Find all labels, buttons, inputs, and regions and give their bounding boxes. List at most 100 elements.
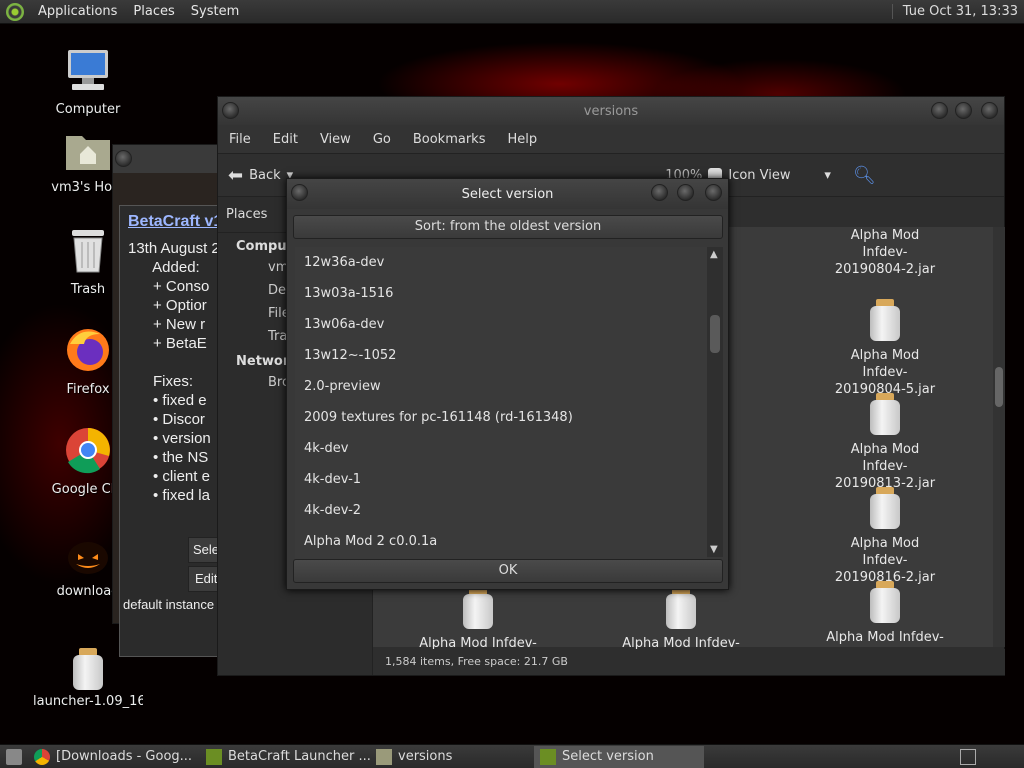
select-version-button[interactable]: Sele (188, 537, 219, 563)
file-item[interactable]: Alpha Mod Infdev-20190813-2.jar (810, 393, 960, 492)
show-desktop-icon (6, 748, 22, 765)
file-name: Alpha Mod Infdev-20190804-5.jar (834, 348, 936, 397)
pumpkin-icon (68, 542, 108, 574)
taskbar-item-select-version[interactable]: Select version (534, 745, 704, 768)
dialog-title: Select version (461, 186, 554, 202)
workspace-icon (960, 748, 976, 765)
maximize-button[interactable] (955, 102, 972, 119)
jar-icon (868, 581, 902, 623)
minimize-button[interactable] (651, 184, 668, 201)
chrome-icon (34, 748, 50, 765)
back-arrow-icon[interactable]: ⬅ (228, 165, 243, 186)
version-item[interactable]: 13w03a-1516 (295, 278, 707, 309)
file-name: Alpha Mod Infdev- (826, 630, 944, 645)
file-item[interactable]: Alpha Mod Infdev-20190804-5.jar (810, 299, 960, 398)
taskbar-item-label: versions (398, 749, 453, 764)
fm-vertical-scrollbar[interactable] (993, 227, 1005, 647)
minimize-button[interactable] (931, 102, 948, 119)
places-menu[interactable]: Places (125, 4, 182, 19)
version-item[interactable]: 4k-dev-2 (295, 495, 707, 526)
trash-icon (72, 230, 104, 273)
sort-order-button[interactable]: Sort: from the oldest version (293, 215, 723, 239)
taskbar-item-versions[interactable]: versions (370, 746, 534, 768)
window-menu-button[interactable] (222, 102, 239, 119)
version-item[interactable]: 4k-dev (295, 433, 707, 464)
home-folder-icon (66, 136, 110, 170)
jar-icon (664, 587, 698, 629)
desktop-icon-computer[interactable]: Computer (33, 46, 143, 117)
menu-go[interactable]: Go (362, 132, 402, 147)
version-list[interactable]: 12w36a-dev 13w03a-1516 13w06a-dev 13w12~… (295, 247, 707, 559)
betacraft-titlebar[interactable] (113, 145, 231, 173)
search-icon[interactable]: 🔍︎ (853, 165, 876, 186)
jar-icon (71, 648, 105, 690)
jar-icon (868, 299, 902, 341)
distro-logo-icon[interactable] (6, 2, 24, 21)
taskbar-item-label: [Downloads - Goog... (56, 749, 193, 764)
version-item[interactable]: 13w06a-dev (295, 309, 707, 340)
top-panel: Applications Places System Tue Oct 31, 1… (0, 0, 1024, 24)
scroll-up-icon[interactable]: ▲ (710, 249, 718, 260)
back-button[interactable]: Back (249, 168, 281, 183)
close-button[interactable] (981, 102, 998, 119)
scroll-down-icon[interactable]: ▼ (710, 544, 718, 555)
jar-icon (868, 487, 902, 529)
ok-button[interactable]: OK (293, 559, 723, 583)
version-list-scrollbar[interactable]: ▲ ▼ (707, 247, 723, 557)
folder-icon (376, 748, 392, 765)
file-item[interactable]: Alpha Mod Infdev- (606, 587, 756, 652)
dialog-titlebar[interactable]: Select version (287, 179, 728, 209)
system-menu[interactable]: System (183, 4, 247, 19)
taskbar-item-label: BetaCraft Launcher ... (228, 749, 370, 764)
version-list-scroll-thumb[interactable] (710, 315, 720, 353)
menu-edit[interactable]: Edit (262, 132, 309, 147)
jar-icon (868, 393, 902, 435)
version-item[interactable]: 4k-dev-1 (295, 464, 707, 495)
applications-menu[interactable]: Applications (30, 4, 125, 19)
window-menu-button[interactable] (291, 184, 308, 201)
window-menu-button[interactable] (115, 150, 132, 167)
close-button[interactable] (705, 184, 722, 201)
chrome-icon (66, 428, 110, 474)
version-item[interactable]: Alpha Mod 2 c0.0.1a (295, 526, 707, 557)
menu-file[interactable]: File (218, 132, 262, 147)
instance-label: default instance (123, 597, 215, 612)
file-item[interactable]: Alpha Mod Infdev-20190804-2.jar (810, 227, 960, 278)
status-bar: 1,584 items, Free space: 21.7 GB (373, 649, 1005, 675)
desktop-icon-launcher-jar[interactable]: launcher-1.09_16.jar (33, 648, 143, 709)
view-mode-select[interactable]: Icon View (728, 168, 818, 183)
show-desktop-button[interactable] (0, 746, 28, 768)
file-item[interactable]: Alpha Mod Infdev- (810, 581, 960, 646)
window-title: versions (583, 103, 639, 119)
workspace-switcher[interactable] (954, 746, 1024, 768)
bottom-taskbar: [Downloads - Goog... BetaCraft Launcher … (0, 744, 1024, 768)
fm-menubar: File Edit View Go Bookmarks Help (218, 125, 1004, 153)
file-name: Alpha Mod Infdev-20190816-2.jar (834, 536, 936, 585)
firefox-icon (67, 329, 109, 371)
file-item[interactable]: Alpha Mod Infdev- (403, 587, 553, 652)
select-version-dialog[interactable]: Select version Sort: from the oldest ver… (286, 178, 729, 590)
menu-help[interactable]: Help (496, 132, 548, 147)
taskbar-item-betacraft[interactable]: BetaCraft Launcher ... (200, 746, 370, 768)
edit-instance-button[interactable]: Edit (188, 566, 218, 592)
menu-view[interactable]: View (309, 132, 362, 147)
version-item[interactable]: 2009 textures for pc-161148 (rd-161348) (295, 402, 707, 433)
version-item[interactable]: 2.0-preview (295, 371, 707, 402)
fm-titlebar[interactable]: versions (218, 97, 1004, 125)
clock[interactable]: Tue Oct 31, 13:33 (891, 4, 1024, 19)
desktop-icon-label: launcher-1.09_16.jar (33, 694, 143, 709)
betacraft-icon (206, 748, 222, 765)
taskbar-item-chrome[interactable]: [Downloads - Goog... (28, 746, 200, 768)
desktop-icon-label: Computer (55, 102, 121, 117)
menu-bookmarks[interactable]: Bookmarks (402, 132, 497, 147)
jar-icon (461, 587, 495, 629)
file-item[interactable]: Alpha Mod Infdev-20190816-2.jar (810, 487, 960, 586)
maximize-button[interactable] (677, 184, 694, 201)
version-item[interactable]: 13w12~-1052 (295, 340, 707, 371)
view-mode-dropdown-icon[interactable]: ▾ (824, 168, 831, 183)
computer-icon (68, 50, 108, 90)
taskbar-item-label: Select version (562, 749, 654, 764)
file-name: Alpha Mod Infdev-20190813-2.jar (834, 442, 936, 491)
version-item[interactable]: 12w36a-dev (295, 247, 707, 278)
fm-scroll-thumb[interactable] (995, 367, 1003, 407)
